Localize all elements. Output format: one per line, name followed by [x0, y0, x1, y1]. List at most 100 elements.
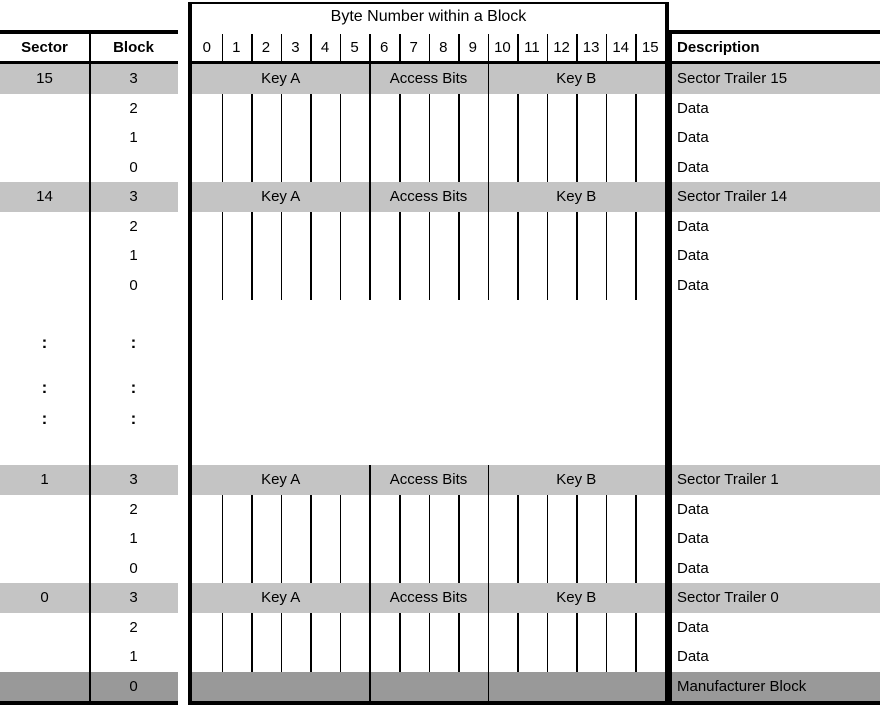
byte-col-rule-13 — [576, 553, 578, 584]
byte-col-rule-11 — [517, 270, 519, 300]
trailer-field-divider-2 — [487, 465, 490, 495]
description-cell: Data — [672, 524, 880, 554]
byte-col-rule-14 — [605, 612, 608, 643]
byte-col-rule-11 — [517, 524, 519, 554]
description-cell: Data — [672, 211, 880, 241]
byte-col-rule-15 — [635, 34, 638, 61]
sector-block-divider — [89, 241, 91, 271]
byte-col-rule-9 — [458, 152, 460, 182]
byte-col-rule-15 — [635, 93, 638, 123]
byte-number-cell-1: 1 — [221, 34, 252, 61]
byte-col-rule-5 — [339, 123, 342, 153]
description-cell: Data — [672, 270, 880, 300]
sector-block-divider — [89, 553, 91, 584]
byte-col-rule-7 — [398, 211, 401, 241]
byte-col-rule-9 — [458, 34, 460, 61]
sector-block-divider — [89, 211, 91, 241]
byte-col-rule-12 — [546, 152, 549, 182]
byte-col-rule-7 — [398, 152, 401, 182]
byte-col-rule-5 — [339, 642, 342, 672]
byte-number-cell-8: 8 — [428, 34, 459, 61]
byte-col-rule-8 — [428, 612, 431, 643]
byte-col-rule-7 — [398, 612, 401, 643]
byte-col-rule-3 — [280, 612, 283, 643]
sector-cell — [0, 524, 89, 554]
header-sector-block-divider — [89, 34, 91, 61]
sector-cell — [0, 270, 89, 300]
byte-col-rule-10 — [487, 152, 490, 182]
byte-col-rule-7 — [398, 123, 401, 153]
description-cell: Data — [672, 152, 880, 182]
byte-col-rule-11 — [517, 553, 519, 584]
trailer-field-access-bits: Access Bits — [389, 589, 468, 607]
block-cell: 2 — [89, 211, 178, 241]
block-cell: 3 — [89, 182, 178, 212]
block-cell: 0 — [89, 270, 178, 300]
byte-col-rule-5 — [339, 34, 342, 61]
byte-col-rule-2 — [251, 241, 253, 271]
trailer-field-key-b: Key B — [556, 589, 597, 607]
ellipsis-glyph: : — [130, 378, 137, 398]
trailer-field-divider-1 — [369, 64, 371, 94]
description-left-rule — [668, 30, 672, 706]
block-cell: 3 — [89, 583, 178, 613]
byte-col-rule-13 — [576, 211, 578, 241]
sector-block-divider — [89, 494, 91, 525]
manufacturer-field-divider-1 — [369, 671, 371, 702]
byte-col-rule-10 — [487, 553, 490, 584]
ellipsis-glyph: : — [41, 333, 48, 353]
byte-col-rule-3 — [280, 553, 283, 584]
byte-col-rule-3 — [280, 270, 283, 300]
byte-col-rule-10 — [487, 270, 490, 300]
byte-col-rule-2 — [251, 123, 253, 153]
group-rule-desc — [672, 701, 880, 706]
sector-cell — [0, 612, 89, 643]
trailer-field-key-b: Key B — [556, 188, 597, 206]
byte-col-rule-15 — [635, 241, 638, 271]
byte-col-rule-14 — [605, 270, 608, 300]
byte-col-rule-10 — [487, 642, 490, 672]
description-cell: Manufacturer Block — [672, 671, 880, 702]
byte-col-rule-10 — [487, 241, 490, 271]
block-cell: 0 — [89, 553, 178, 584]
sector-block-divider — [89, 93, 91, 123]
description-cell: Sector Trailer 1 — [672, 465, 880, 495]
byte-col-rule-2 — [251, 152, 253, 182]
byte-col-rule-2 — [251, 93, 253, 123]
byte-col-rule-9 — [458, 612, 460, 643]
byte-col-rule-14 — [605, 553, 608, 584]
byte-col-rule-2 — [251, 34, 253, 61]
byte-col-rule-5 — [339, 524, 342, 554]
byte-col-rule-7 — [398, 270, 401, 300]
byte-col-rule-1 — [221, 270, 224, 300]
byte-col-rule-1 — [221, 93, 224, 123]
sector-cell: 14 — [0, 182, 89, 212]
sector-cell — [0, 494, 89, 525]
byte-col-rule-5 — [339, 93, 342, 123]
description-cell: Data — [672, 123, 880, 153]
byte-col-rule-9 — [458, 270, 460, 300]
byte-col-rule-14 — [605, 494, 608, 525]
description-cell: Sector Trailer 0 — [672, 583, 880, 613]
trailer-field-key-b: Key B — [556, 471, 597, 489]
sector-block-divider — [89, 64, 91, 94]
byte-col-rule-11 — [517, 34, 519, 61]
byte-col-rule-4 — [310, 270, 312, 300]
byte-col-rule-7 — [398, 524, 401, 554]
byte-col-rule-4 — [310, 211, 312, 241]
byte-col-rule-6 — [369, 494, 371, 525]
byte-col-rule-12 — [546, 524, 549, 554]
byte-col-rule-11 — [517, 211, 519, 241]
trailer-field-access-bits: Access Bits — [389, 70, 468, 88]
byte-col-rule-12 — [546, 642, 549, 672]
description-cell: Data — [672, 612, 880, 643]
byte-col-rule-15 — [635, 642, 638, 672]
block-column-header: Block — [89, 34, 178, 61]
byte-col-rule-5 — [339, 553, 342, 584]
sector-cell: 15 — [0, 64, 89, 94]
byte-col-rule-12 — [546, 612, 549, 643]
byte-col-rule-13 — [576, 93, 578, 123]
byte-col-rule-14 — [605, 524, 608, 554]
byte-col-rule-14 — [605, 34, 608, 61]
trailer-field-divider-2 — [487, 583, 490, 613]
